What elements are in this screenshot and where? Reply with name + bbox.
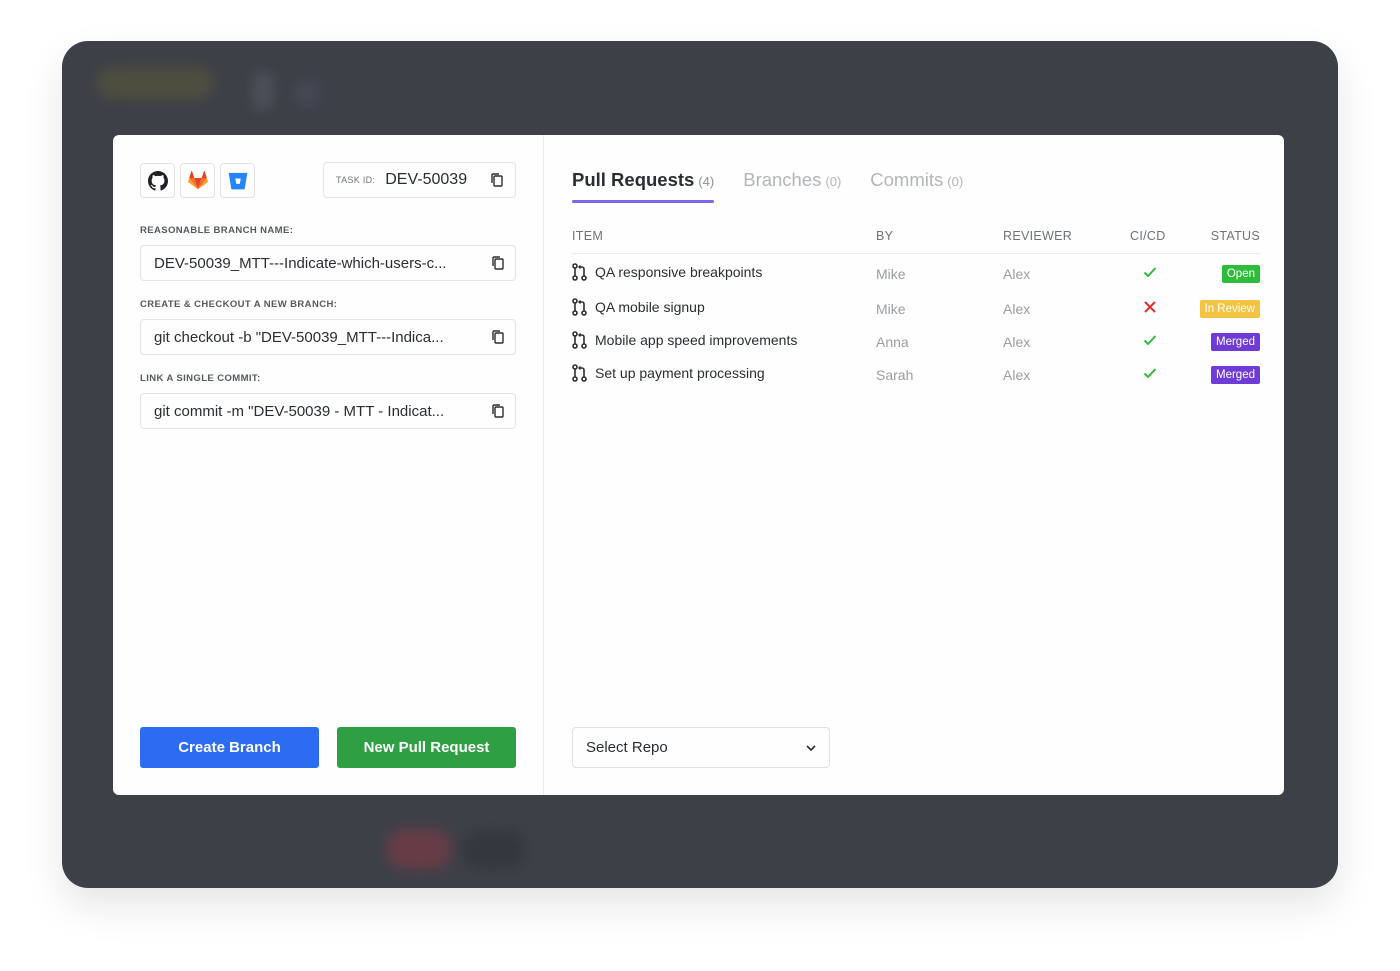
table-row[interactable]: QA mobile signup Mike Alex In Review — [572, 298, 1260, 322]
checkout-label: CREATE & CHECKOUT A NEW BRANCH: — [140, 299, 338, 310]
status-cell: Merged — [1211, 332, 1260, 351]
pull-request-icon — [572, 298, 587, 316]
cicd-cell — [1142, 264, 1158, 283]
checkout-command-value: git checkout -b "DEV-50039_MTT---Indica.… — [154, 328, 444, 346]
item-cell: QA mobile signup — [572, 298, 705, 316]
status-badge: Merged — [1211, 366, 1260, 384]
tab-count: (0) — [947, 174, 964, 189]
copy-icon[interactable] — [490, 329, 506, 345]
item-title[interactable]: QA mobile signup — [595, 299, 705, 315]
reviewer-cell: Alex — [1003, 334, 1031, 350]
left-panel: TASK ID: DEV-50039 REASONABLE BRANCH NAM… — [113, 135, 544, 795]
tab-count: (4) — [698, 174, 715, 189]
copy-icon[interactable] — [490, 255, 506, 271]
tab-label: Branches — [743, 169, 822, 190]
table-header: ITEM BY REVIEWER CI/CD STATUS — [572, 229, 1260, 254]
create-branch-button[interactable]: Create Branch — [140, 727, 319, 768]
status-badge: Open — [1221, 265, 1260, 283]
task-id-box: TASK ID: DEV-50039 — [323, 162, 516, 198]
tab-commits[interactable]: Commits (0) — [870, 169, 963, 203]
github-button[interactable] — [140, 163, 175, 198]
pull-request-icon — [572, 331, 587, 349]
provider-selector — [140, 163, 255, 198]
tab-bar: Pull Requests (4) Branches (0) Commits (0) — [572, 169, 963, 203]
header-item: ITEM — [572, 229, 604, 243]
table-row[interactable]: QA responsive breakpoints Mike Alex Open — [572, 263, 1260, 287]
blurred-control-button — [462, 831, 526, 869]
git-integration-modal: TASK ID: DEV-50039 REASONABLE BRANCH NAM… — [113, 135, 1284, 795]
select-repo-dropdown[interactable]: Select Repo — [572, 727, 830, 768]
pull-request-icon — [572, 263, 587, 281]
cicd-cell — [1142, 365, 1158, 384]
x-icon — [1144, 301, 1156, 313]
checkout-command-field[interactable]: git checkout -b "DEV-50039_MTT---Indica.… — [140, 319, 516, 355]
cicd-cell — [1142, 299, 1158, 318]
commit-label: LINK A SINGLE COMMIT: — [140, 373, 261, 384]
item-cell: Mobile app speed improvements — [572, 331, 797, 349]
author-cell: Mike — [876, 266, 906, 282]
tab-branches[interactable]: Branches (0) — [743, 169, 841, 203]
table-row[interactable]: Mobile app speed improvements Anna Alex Mer… — [572, 331, 1260, 355]
gitlab-icon — [187, 170, 208, 189]
status-badge: In Review — [1199, 300, 1260, 318]
commit-command-value: git commit -m "DEV-50039 - MTT - Indicat… — [154, 402, 445, 420]
status-cell: Open — [1221, 264, 1260, 283]
new-pull-request-button[interactable]: New Pull Request — [337, 727, 516, 768]
item-cell: QA responsive breakpoints — [572, 263, 762, 281]
right-panel: Pull Requests (4) Branches (0) Commits (0) … — [544, 135, 1284, 795]
check-icon — [1143, 335, 1157, 346]
item-title[interactable]: QA responsive breakpoints — [595, 264, 762, 280]
cicd-cell — [1142, 332, 1158, 351]
check-icon — [1143, 368, 1157, 379]
author-cell: Anna — [876, 334, 909, 350]
task-id-label: TASK ID: — [336, 175, 376, 185]
commit-command-field[interactable]: git commit -m "DEV-50039 - MTT - Indicat… — [140, 393, 516, 429]
header-status: STATUS — [1210, 229, 1260, 243]
blurred-icon — [252, 71, 274, 111]
author-cell: Sarah — [876, 367, 914, 383]
copy-icon[interactable] — [490, 403, 506, 419]
bitbucket-button[interactable] — [220, 163, 255, 198]
github-icon — [147, 170, 168, 191]
item-cell: Set up payment processing — [572, 364, 765, 382]
copy-icon[interactable] — [489, 172, 505, 188]
branch-name-value: DEV-50039_MTT---Indicate-which-users-c..… — [154, 254, 447, 272]
status-cell: In Review — [1199, 299, 1260, 318]
header-reviewer: REVIEWER — [1003, 229, 1073, 243]
item-title[interactable]: Mobile app speed improvements — [595, 332, 797, 348]
check-icon — [1143, 267, 1157, 278]
pull-request-icon — [572, 364, 587, 382]
tab-pull-requests[interactable]: Pull Requests (4) — [572, 169, 715, 203]
task-id-value: DEV-50039 — [385, 171, 468, 188]
status-cell: Merged — [1211, 365, 1260, 384]
branch-name-label: REASONABLE BRANCH NAME: — [140, 225, 294, 236]
item-title[interactable]: Set up payment processing — [595, 365, 765, 381]
branch-name-field[interactable]: DEV-50039_MTT---Indicate-which-users-c..… — [140, 245, 516, 281]
header-by: BY — [876, 229, 894, 243]
gitlab-button[interactable] — [180, 163, 215, 198]
blurred-record-button — [386, 829, 452, 869]
reviewer-cell: Alex — [1003, 301, 1031, 317]
select-repo-label: Select Repo — [586, 739, 668, 756]
header-cicd: CI/CD — [1130, 229, 1166, 243]
blurred-logo — [96, 67, 214, 99]
tab-label: Commits — [870, 169, 944, 190]
tab-count: (0) — [825, 174, 842, 189]
reviewer-cell: Alex — [1003, 367, 1031, 383]
chevron-down-icon — [806, 744, 816, 751]
reviewer-cell: Alex — [1003, 266, 1031, 282]
table-row[interactable]: Set up payment processing Sarah Alex Merged — [572, 364, 1260, 388]
bitbucket-icon — [228, 172, 247, 189]
status-badge: Merged — [1211, 333, 1260, 351]
tab-label: Pull Requests — [572, 169, 695, 190]
author-cell: Mike — [876, 301, 906, 317]
blurred-avatar — [294, 81, 320, 107]
